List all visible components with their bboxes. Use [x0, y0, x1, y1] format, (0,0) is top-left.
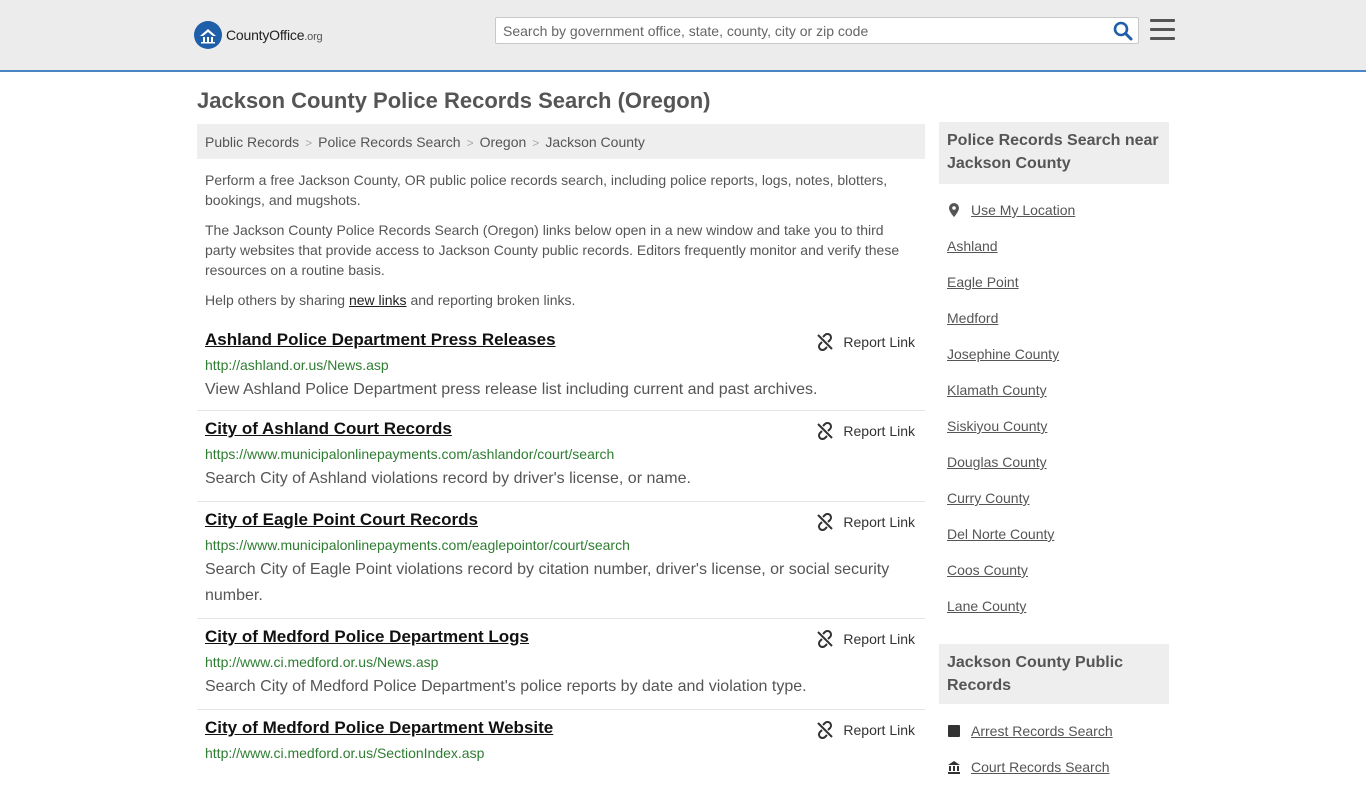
logo-office: Office: [269, 27, 305, 43]
listing-url[interactable]: http://www.ci.medford.or.us/SectionIndex…: [205, 745, 484, 761]
nearby-link-lane-county[interactable]: Lane County: [947, 598, 1026, 614]
list-item: Ashland: [947, 228, 1167, 264]
breadcrumb-public-records[interactable]: Public Records: [205, 134, 299, 150]
report-link-label: Report Link: [843, 722, 915, 738]
listing-description: Search City of Ashland violations record…: [205, 470, 691, 487]
list-item: Siskiyou County: [947, 408, 1167, 444]
broken-link-icon: [817, 333, 834, 351]
search-box: [495, 17, 1139, 44]
listing-description: Search City of Eagle Point violations re…: [205, 561, 890, 604]
search-input[interactable]: [496, 18, 1096, 43]
site-header: CountyOffice.org: [0, 0, 1366, 72]
chevron-right-icon: >: [305, 136, 313, 150]
nearby-link-eagle-point[interactable]: Eagle Point: [947, 274, 1019, 290]
arrest-records-search-link[interactable]: Arrest Records Search: [971, 723, 1113, 739]
list-item: Ashland Police Department Press Releases…: [197, 322, 925, 411]
listing-url[interactable]: https://www.municipalonlinepayments.com/…: [205, 537, 630, 553]
use-my-location-link[interactable]: Use My Location: [971, 202, 1075, 218]
list-item: City of Medford Police Department Logs R…: [197, 619, 925, 710]
listing-title-link[interactable]: Ashland Police Department Press Releases: [205, 330, 556, 350]
report-link-button[interactable]: Report Link: [816, 720, 915, 740]
nearby-link-curry-county[interactable]: Curry County: [947, 490, 1029, 506]
nearby-link-del-norte-county[interactable]: Del Norte County: [947, 526, 1054, 542]
intro-text-before: Help others by sharing: [205, 292, 349, 308]
listing-title-link[interactable]: City of Medford Police Department Logs: [205, 627, 529, 647]
list-item: Curry County: [947, 480, 1167, 516]
listing-url[interactable]: https://www.municipalonlinepayments.com/…: [205, 446, 614, 462]
logo-name: County: [226, 27, 270, 43]
list-item: Use My Location: [947, 192, 1167, 228]
logo-text: CountyOffice.org: [226, 27, 323, 43]
county-office-logo-icon: [194, 21, 222, 49]
list-item: Arrest Records Search: [947, 713, 1167, 749]
list-item: Douglas County: [947, 444, 1167, 480]
report-link-label: Report Link: [843, 514, 915, 530]
nearby-link-klamath-county[interactable]: Klamath County: [947, 382, 1047, 398]
list-item: Klamath County: [947, 372, 1167, 408]
listing-title-link[interactable]: City of Ashland Court Records: [205, 419, 452, 439]
list-item: Lane County: [947, 588, 1167, 624]
report-link-label: Report Link: [843, 334, 915, 350]
report-link-button[interactable]: Report Link: [816, 512, 915, 532]
listing-description: View Ashland Police Department press rel…: [205, 381, 818, 398]
list-item: Eagle Point: [947, 264, 1167, 300]
breadcrumb-oregon[interactable]: Oregon: [480, 134, 527, 150]
list-item: City of Medford Police Department Websit…: [197, 710, 925, 768]
intro-paragraph-2: The Jackson County Police Records Search…: [205, 222, 900, 278]
breadcrumb-jackson-county[interactable]: Jackson County: [545, 134, 645, 150]
site-logo[interactable]: CountyOffice.org: [194, 20, 323, 50]
listing-title-link[interactable]: City of Medford Police Department Websit…: [205, 718, 553, 738]
nearby-heading: Police Records Search near Jackson Count…: [939, 122, 1169, 184]
list-item: Josephine County: [947, 336, 1167, 372]
intro-paragraph-1: Perform a free Jackson County, OR public…: [205, 172, 888, 208]
nearby-list: Use My Location Ashland Eagle Point Medf…: [947, 192, 1167, 624]
report-link-label: Report Link: [843, 423, 915, 439]
breadcrumb-police-records-search[interactable]: Police Records Search: [318, 134, 460, 150]
nearby-link-siskiyou-county[interactable]: Siskiyou County: [947, 418, 1047, 434]
listing-url[interactable]: http://ashland.or.us/News.asp: [205, 357, 389, 373]
page-title: Jackson County Police Records Search (Or…: [197, 88, 711, 113]
broken-link-icon: [817, 630, 834, 648]
broken-link-icon: [817, 721, 834, 739]
report-link-button[interactable]: Report Link: [816, 629, 915, 649]
nearby-link-ashland[interactable]: Ashland: [947, 238, 998, 254]
list-item: Coos County: [947, 552, 1167, 588]
breadcrumb: Public Records > Police Records Search > Ore…: [197, 124, 925, 159]
nearby-link-medford[interactable]: Medford: [947, 310, 998, 326]
report-link-label: Report Link: [843, 631, 915, 647]
search-icon[interactable]: [1113, 21, 1133, 41]
nearby-link-douglas-county[interactable]: Douglas County: [947, 454, 1047, 470]
chevron-right-icon: >: [532, 136, 540, 150]
logo-org: .org: [304, 31, 323, 43]
report-link-button[interactable]: Report Link: [816, 332, 915, 352]
nearby-link-josephine-county[interactable]: Josephine County: [947, 346, 1059, 362]
nearby-link-coos-county[interactable]: Coos County: [947, 562, 1028, 578]
hamburger-menu-icon[interactable]: [1150, 19, 1175, 41]
list-item: City of Eagle Point Court Records Report…: [197, 502, 925, 619]
public-records-heading: Jackson County Public Records: [939, 644, 1169, 704]
intro-text-after: and reporting broken links.: [406, 292, 576, 308]
courthouse-icon: [948, 761, 960, 774]
chevron-right-icon: >: [466, 136, 474, 150]
listing-url[interactable]: http://www.ci.medford.or.us/News.asp: [205, 654, 438, 670]
list-item: Court Records Search: [947, 749, 1167, 785]
list-item: Medford: [947, 300, 1167, 336]
new-links-link[interactable]: new links: [349, 292, 407, 308]
arrest-records-icon: [948, 725, 960, 737]
list-item: Del Norte County: [947, 516, 1167, 552]
map-marker-icon: [949, 203, 959, 217]
court-records-search-link[interactable]: Court Records Search: [971, 759, 1110, 775]
list-item: City of Ashland Court Records Report Lin…: [197, 411, 925, 502]
public-records-list: Arrest Records Search Court Records Sear…: [947, 713, 1167, 785]
broken-link-icon: [817, 422, 834, 440]
broken-link-icon: [817, 513, 834, 531]
listing-description: Search City of Medford Police Department…: [205, 678, 807, 695]
listing-title-link[interactable]: City of Eagle Point Court Records: [205, 510, 478, 530]
report-link-button[interactable]: Report Link: [816, 421, 915, 441]
intro-paragraph-3: Help others by sharing new links and rep…: [205, 290, 915, 310]
